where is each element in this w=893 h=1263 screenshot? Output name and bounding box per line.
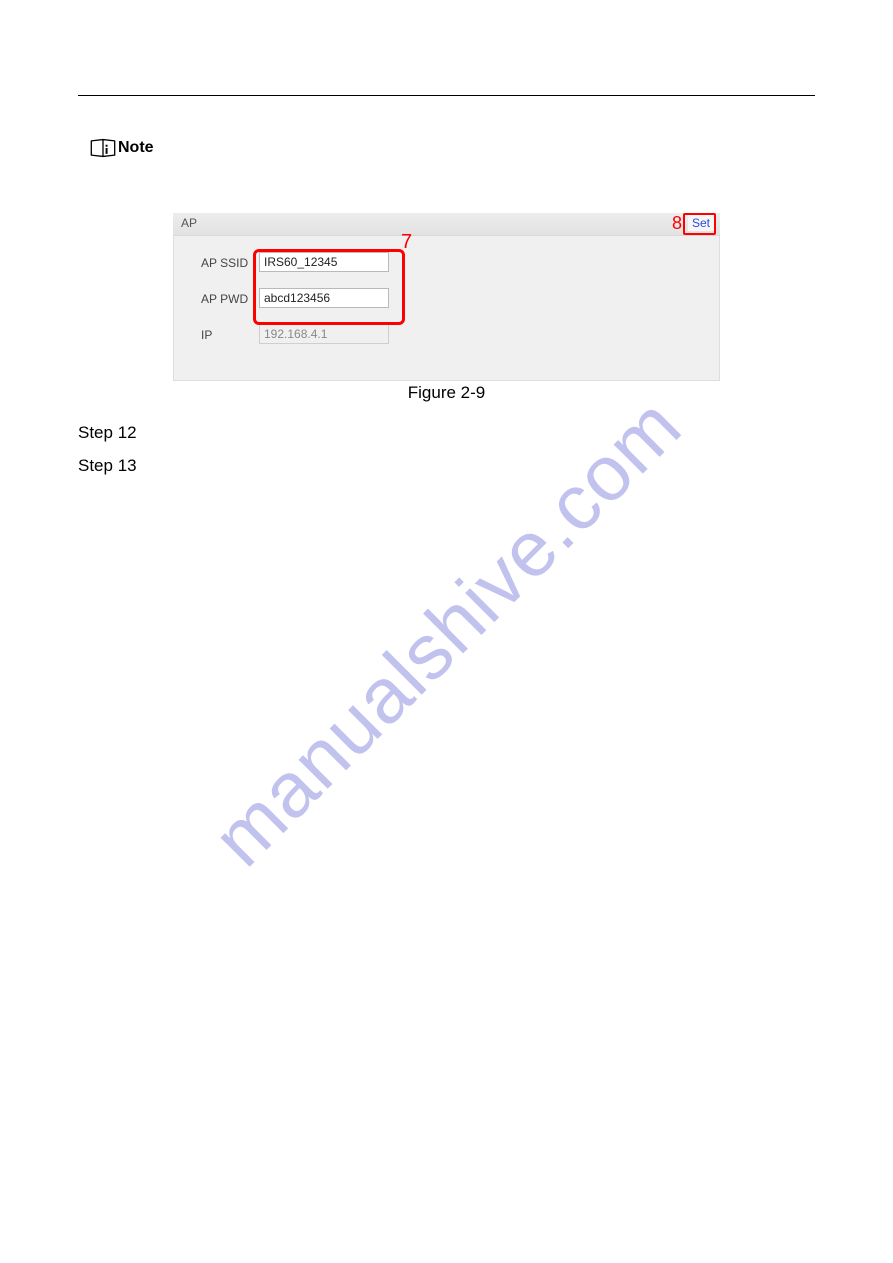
- header-rule: [78, 95, 815, 96]
- ip-input: [259, 324, 389, 344]
- ap-pwd-label: AP PWD: [201, 292, 255, 306]
- row-ap-ssid: AP SSID: [173, 248, 720, 284]
- ap-ssid-input[interactable]: [259, 252, 389, 272]
- row-ap-pwd: AP PWD: [173, 284, 720, 320]
- ap-ssid-label: AP SSID: [201, 256, 255, 270]
- ap-panel: AP Set 8 7 AP SSID AP PWD IP: [173, 213, 720, 381]
- annotation-8: 8: [672, 213, 682, 234]
- note-block: Note: [90, 138, 154, 158]
- ip-label: IP: [201, 328, 255, 342]
- watermark: manualshive.com: [194, 379, 698, 883]
- note-label: Note: [118, 139, 154, 157]
- set-button[interactable]: Set: [688, 215, 714, 231]
- row-ip: IP: [173, 320, 720, 356]
- note-icon: [90, 138, 116, 158]
- step-13: Step 13: [78, 456, 137, 476]
- step-12: Step 12: [78, 423, 137, 443]
- ap-pwd-input[interactable]: [259, 288, 389, 308]
- ap-panel-header: AP Set 8: [173, 213, 720, 236]
- figure-caption: Figure 2-9: [0, 383, 893, 403]
- ap-panel-title: AP: [181, 216, 197, 230]
